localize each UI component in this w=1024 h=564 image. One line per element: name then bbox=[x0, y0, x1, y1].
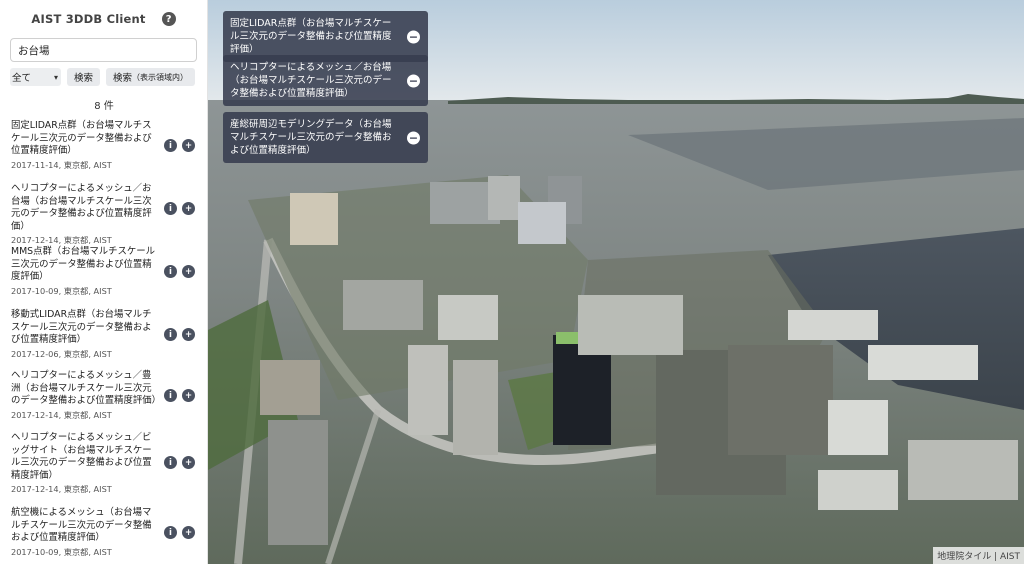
result-meta: 2017-12-06, 東京都, AIST bbox=[11, 348, 112, 359]
add-layer-icon[interactable]: + bbox=[182, 328, 195, 341]
add-layer-icon[interactable]: + bbox=[182, 456, 195, 469]
result-actions: i + bbox=[164, 265, 195, 278]
info-icon[interactable]: i bbox=[164, 139, 177, 152]
add-layer-icon[interactable]: + bbox=[182, 139, 195, 152]
active-layer-card: 産総研周辺モデリングデータ（お台場マルチスケール三次元のデータ整備および位置精度… bbox=[223, 112, 428, 163]
add-layer-icon[interactable]: + bbox=[182, 526, 195, 539]
result-title: ヘリコプターによるメッシュ／ビッグサイト（お台場マルチスケール三次元のデータ整備… bbox=[11, 432, 152, 481]
result-title: ヘリコプターによるメッシュ／豊洲（お台場マルチスケール三次元のデータ整備および位… bbox=[11, 370, 162, 407]
result-actions: i + bbox=[164, 202, 195, 215]
info-icon[interactable]: i bbox=[164, 328, 177, 341]
result-meta: 2017-11-14, 東京都, AIST bbox=[11, 159, 112, 170]
result-meta: 2017-10-09, 東京都, AIST bbox=[11, 546, 112, 557]
info-icon[interactable]: i bbox=[164, 389, 177, 402]
active-layer-title: ヘリコプターによるメッシュ／お台場（お台場マルチスケール三次元のデータ整備および… bbox=[230, 62, 392, 99]
result-actions: i + bbox=[164, 328, 195, 341]
building bbox=[908, 440, 1018, 500]
result-meta: 2017-12-14, 東京都, AIST bbox=[11, 409, 112, 420]
building bbox=[343, 280, 423, 330]
result-actions: i + bbox=[164, 389, 195, 402]
remove-layer-icon[interactable]: − bbox=[407, 131, 420, 144]
result-count: 8 件 bbox=[94, 101, 114, 112]
remove-layer-icon[interactable]: − bbox=[407, 30, 420, 43]
app-title: AIST 3DDB Client bbox=[31, 12, 146, 26]
building bbox=[828, 400, 888, 455]
list-item: 移動式LIDAR点群（お台場マルチスケール三次元のデータ整備および位置精度評価）… bbox=[11, 309, 197, 360]
search-area-label: 検索 bbox=[112, 73, 132, 84]
result-title: 航空機によるメッシュ（お台場マルチスケール三次元のデータ整備および位置精度評価） bbox=[11, 507, 152, 544]
search-button[interactable]: 検索 bbox=[67, 68, 100, 86]
building bbox=[488, 176, 520, 220]
building bbox=[578, 295, 683, 355]
building bbox=[788, 310, 878, 340]
active-layer-title: 固定LIDAR点群（お台場マルチスケール三次元のデータ整備および位置精度評価） bbox=[230, 18, 392, 55]
list-item: ヘリコプターによるメッシュ／ビッグサイト（お台場マルチスケール三次元のデータ整備… bbox=[11, 432, 197, 495]
search-area-button[interactable]: 検索 （表示領域内） bbox=[106, 68, 195, 86]
result-meta: 2017-12-14, 東京都, AIST bbox=[11, 235, 112, 246]
add-layer-icon[interactable]: + bbox=[182, 202, 195, 215]
result-title: MMS点群（お台場マルチスケール三次元のデータ整備および位置精度評価） bbox=[11, 246, 156, 283]
active-layer-card: ヘリコプターによるメッシュ／お台場（お台場マルチスケール三次元のデータ整備および… bbox=[223, 55, 428, 106]
result-title: 移動式LIDAR点群（お台場マルチスケール三次元のデータ整備および位置精度評価） bbox=[11, 309, 152, 346]
result-title: ヘリコプターによるメッシュ／お台場（お台場マルチスケール三次元のデータ整備および… bbox=[11, 183, 152, 232]
search-area-suffix: （表示領域内） bbox=[132, 72, 188, 82]
info-icon[interactable]: i bbox=[164, 202, 177, 215]
building bbox=[453, 360, 498, 455]
list-item: 固定LIDAR点群（お台場マルチスケール三次元のデータ整備および位置精度評価） … bbox=[11, 120, 197, 171]
type-select-value: 全て bbox=[12, 73, 32, 84]
app-header: AIST 3DDB Client ? bbox=[0, 0, 207, 36]
list-item: MMS点群（お台場マルチスケール三次元のデータ整備および位置精度評価） 2017… bbox=[11, 246, 197, 297]
sidebar: AIST 3DDB Client ? 全て ▾ 検索 検索（表示領域内） 8 件… bbox=[0, 0, 208, 564]
building bbox=[408, 345, 448, 435]
add-layer-icon[interactable]: + bbox=[182, 389, 195, 402]
result-actions: i + bbox=[164, 526, 195, 539]
info-icon[interactable]: i bbox=[164, 456, 177, 469]
building bbox=[728, 345, 833, 455]
result-title: 固定LIDAR点群（お台場マルチスケール三次元のデータ整備および位置精度評価） bbox=[11, 120, 152, 157]
info-icon[interactable]: i bbox=[164, 526, 177, 539]
list-item: ヘリコプターによるメッシュ／豊洲（お台場マルチスケール三次元のデータ整備および位… bbox=[11, 370, 197, 421]
result-meta: 2017-10-09, 東京都, AIST bbox=[11, 285, 112, 296]
info-icon[interactable]: i bbox=[164, 265, 177, 278]
list-item: 航空機によるメッシュ（お台場マルチスケール三次元のデータ整備および位置精度評価）… bbox=[11, 507, 197, 558]
building bbox=[260, 360, 320, 415]
type-select[interactable]: 全て ▾ bbox=[10, 68, 61, 86]
result-meta: 2017-12-14, 東京都, AIST bbox=[11, 484, 112, 495]
building bbox=[518, 202, 566, 244]
building bbox=[290, 193, 338, 245]
building bbox=[268, 420, 328, 545]
result-actions: i + bbox=[164, 139, 195, 152]
building bbox=[868, 345, 978, 380]
remove-layer-icon[interactable]: − bbox=[407, 74, 420, 87]
building bbox=[818, 470, 898, 510]
add-layer-icon[interactable]: + bbox=[182, 265, 195, 278]
search-input[interactable] bbox=[10, 38, 197, 62]
chevron-down-icon: ▾ bbox=[53, 72, 58, 82]
building bbox=[438, 295, 498, 340]
map-attribution: 地理院タイル | AIST bbox=[933, 547, 1024, 564]
list-item: ヘリコプターによるメッシュ／お台場（お台場マルチスケール三次元のデータ整備および… bbox=[11, 183, 197, 246]
search-controls: 全て ▾ 検索 検索 （表示領域内） bbox=[10, 68, 195, 86]
help-icon[interactable]: ? bbox=[161, 12, 176, 26]
result-actions: i + bbox=[164, 456, 195, 469]
active-layer-title: 産総研周辺モデリングデータ（お台場マルチスケール三次元のデータ整備および位置精度… bbox=[230, 119, 392, 156]
